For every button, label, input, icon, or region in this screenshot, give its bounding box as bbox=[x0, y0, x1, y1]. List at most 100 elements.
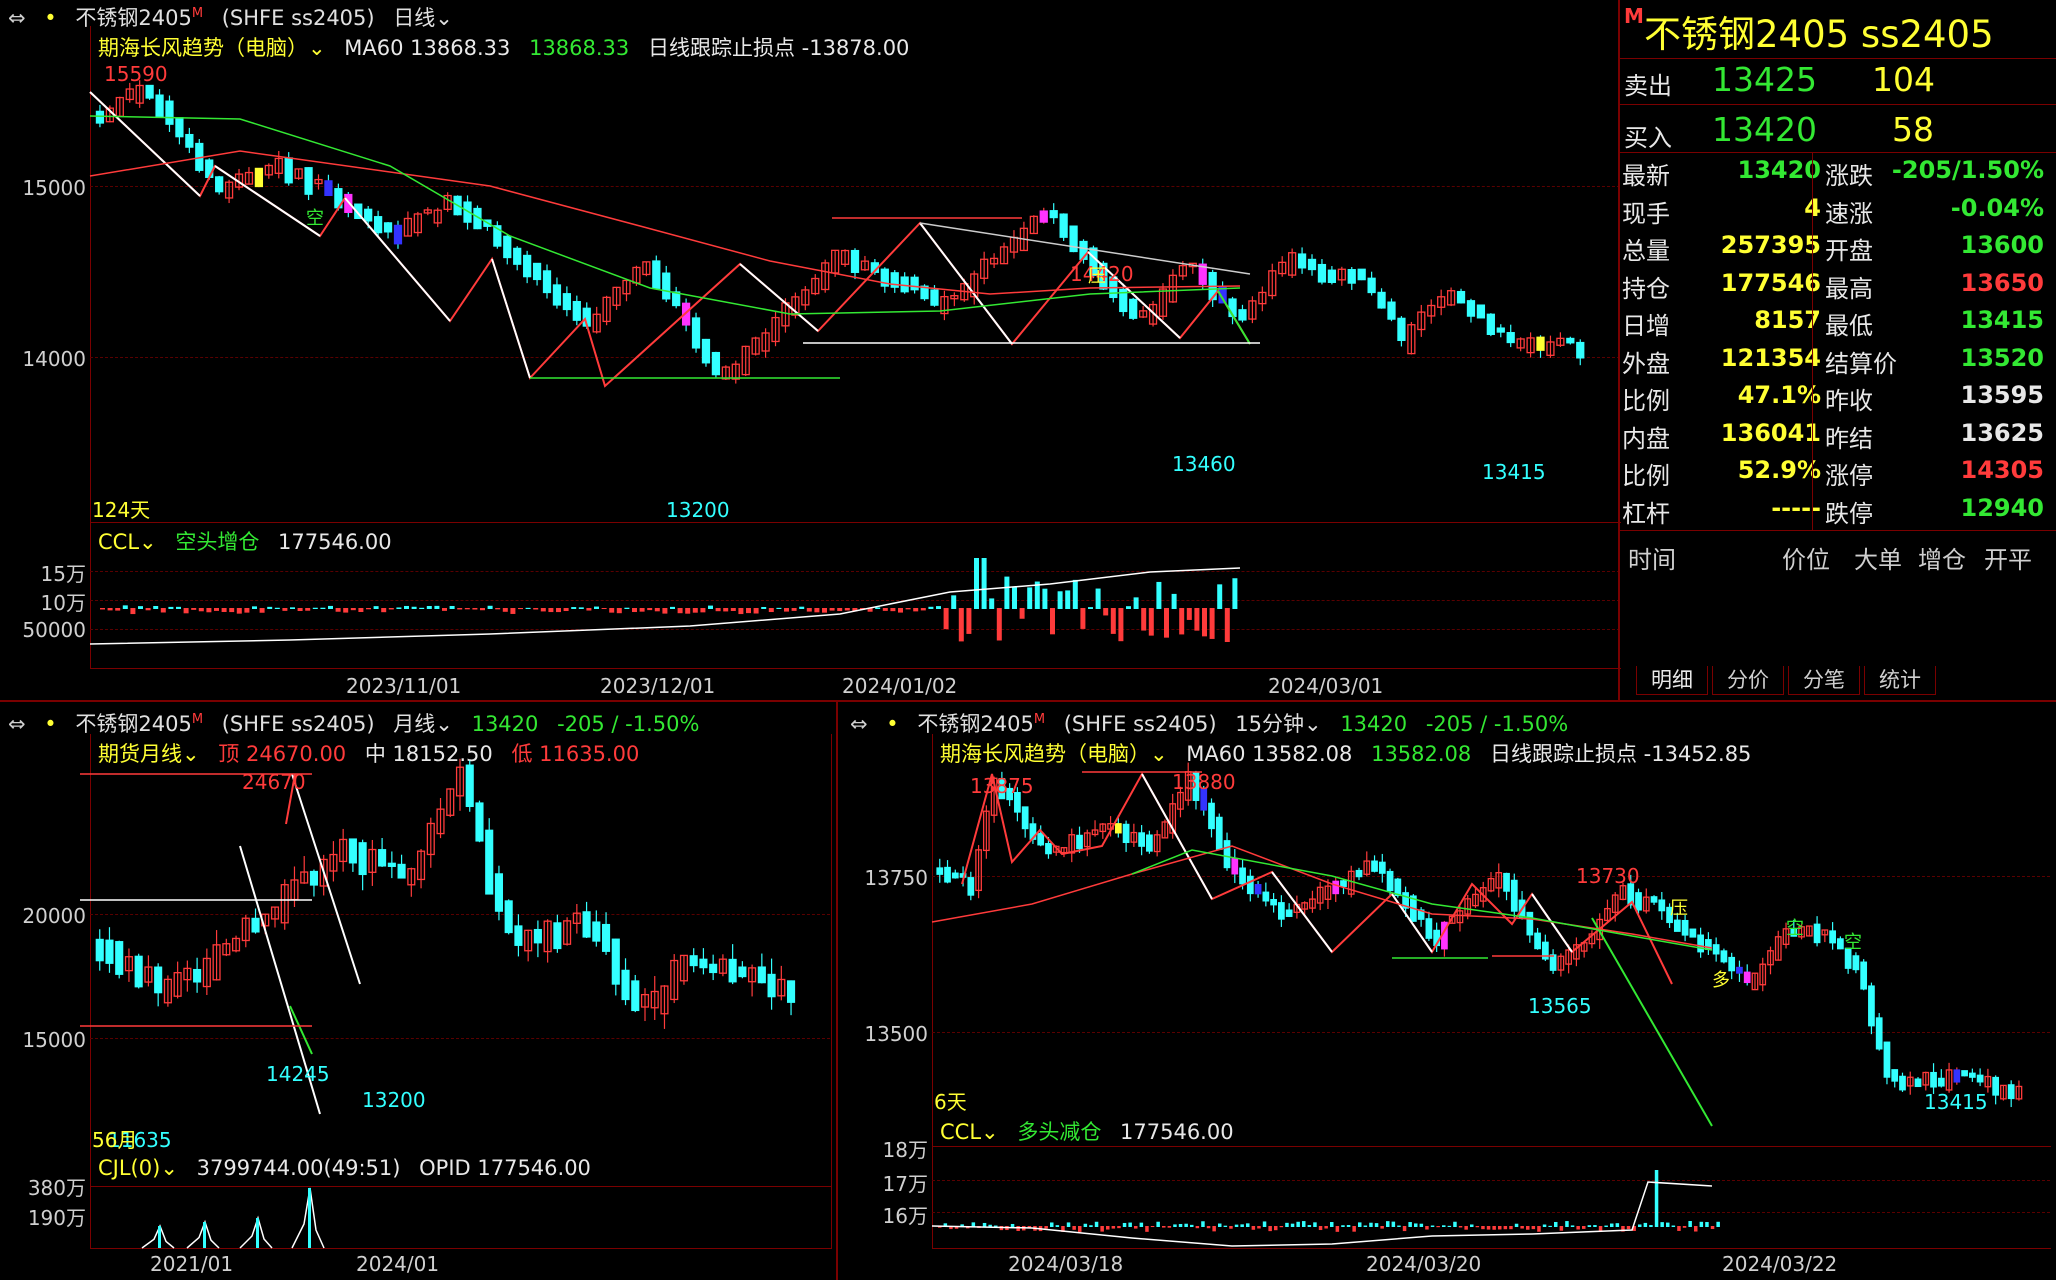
position-bar bbox=[1141, 608, 1147, 631]
link-icon[interactable]: ⇔ bbox=[8, 6, 26, 30]
candle-body bbox=[1397, 317, 1406, 342]
candle-body bbox=[936, 867, 944, 875]
link-icon[interactable]: ⇔ bbox=[8, 712, 26, 736]
zigzag-down bbox=[214, 165, 321, 237]
candle-body bbox=[631, 980, 640, 1012]
position-bar bbox=[1705, 1222, 1709, 1227]
position-bar bbox=[1178, 1223, 1183, 1227]
tab-price[interactable]: 分价 bbox=[1712, 666, 1784, 695]
position-bar bbox=[1386, 1221, 1390, 1227]
candle-body bbox=[1122, 823, 1130, 844]
quote-row: 杠杆 ----- 跌停 12940 bbox=[1622, 494, 2056, 531]
position-bar bbox=[1134, 1226, 1138, 1229]
quote-label: 比例 bbox=[1622, 462, 1670, 490]
position-bar bbox=[1195, 1226, 1200, 1229]
candle-body bbox=[504, 900, 513, 934]
position-bar bbox=[1458, 1226, 1463, 1228]
position-bar bbox=[571, 607, 577, 609]
period-selector[interactable]: 月线⌄ bbox=[393, 712, 453, 736]
position-bar bbox=[1414, 1223, 1418, 1227]
position-bar bbox=[1442, 1225, 1446, 1227]
candle-body bbox=[1285, 909, 1293, 917]
position-bar bbox=[191, 608, 197, 610]
candle-body bbox=[1059, 213, 1068, 238]
position-bar bbox=[1072, 579, 1078, 609]
buy-price[interactable]: 13420 bbox=[1712, 110, 1817, 149]
candle-body bbox=[1138, 832, 1145, 847]
candle-body bbox=[397, 863, 406, 879]
sub-tick: 17万 bbox=[882, 1172, 928, 1196]
position-bar bbox=[1430, 1225, 1435, 1227]
period-selector[interactable]: 15分钟⌄ bbox=[1235, 712, 1321, 736]
link-icon[interactable]: ⇔ bbox=[850, 712, 868, 736]
monthly-chart-panel[interactable]: ⇔ • 不锈钢2405M (SHFE ss2405) 月线⌄ 13420 -20… bbox=[0, 702, 836, 1280]
daily-candles bbox=[89, 80, 1585, 388]
candle-body bbox=[304, 167, 313, 195]
position-bar bbox=[1576, 1226, 1580, 1230]
position-bar bbox=[244, 608, 250, 613]
sub-indicator-name[interactable]: CCL⌄ bbox=[940, 1120, 999, 1144]
quote-value: 13595 bbox=[1960, 381, 2045, 409]
sub-tick: 380万 bbox=[27, 1176, 86, 1200]
mid-annotation: 14245 bbox=[266, 1062, 330, 1086]
candle-body bbox=[523, 254, 532, 278]
position-bar bbox=[449, 605, 455, 609]
candle-body bbox=[383, 222, 393, 233]
candle-body bbox=[95, 110, 105, 124]
candle-body bbox=[691, 317, 701, 349]
tab-detail[interactable]: 明细 bbox=[1636, 666, 1708, 695]
candle-body bbox=[134, 955, 143, 988]
candle-body bbox=[1496, 327, 1505, 333]
position-bar bbox=[966, 608, 972, 634]
position-bar bbox=[548, 608, 554, 613]
position-bar bbox=[1111, 1226, 1116, 1229]
candle-body bbox=[1883, 1041, 1891, 1078]
position-bar bbox=[145, 608, 151, 611]
sub-tick: 18万 bbox=[882, 1138, 928, 1162]
position-bar bbox=[882, 608, 888, 611]
candle-body bbox=[1875, 1017, 1883, 1050]
position-bar bbox=[958, 608, 964, 642]
quote-label: 杠杆 bbox=[1622, 499, 1670, 528]
position-bar bbox=[1666, 1222, 1670, 1227]
daily-chart-panel[interactable]: ⇔ • 不锈钢2405M (SHFE ss2405) 日线⌄ 期海长风趋势（电脑… bbox=[0, 0, 1622, 700]
symbol-code: (SHFE ss2405) bbox=[221, 712, 375, 736]
position-bar bbox=[1118, 608, 1124, 642]
position-bar bbox=[1330, 1222, 1334, 1227]
detail-header-add: 增仓 bbox=[1918, 546, 1966, 574]
candle-body bbox=[1891, 1069, 1899, 1082]
candle-body bbox=[1476, 304, 1486, 319]
position-bar bbox=[1509, 1226, 1513, 1230]
position-bar bbox=[464, 608, 470, 610]
tab-stats[interactable]: 统计 bbox=[1864, 666, 1936, 695]
position-bar bbox=[586, 608, 592, 611]
position-bar bbox=[1279, 1226, 1284, 1228]
position-bar bbox=[1498, 1226, 1502, 1230]
candle-body bbox=[1689, 928, 1697, 938]
position-bar bbox=[609, 608, 615, 613]
position-bar bbox=[130, 608, 136, 615]
position-bar bbox=[1352, 1226, 1356, 1232]
last-annotation: 13415 bbox=[1482, 460, 1546, 484]
sell-volume: 104 bbox=[1872, 60, 1935, 99]
position-bar bbox=[1179, 608, 1185, 635]
position-bar bbox=[502, 608, 508, 612]
position-bar bbox=[107, 608, 113, 611]
candle-body bbox=[1968, 1072, 1976, 1078]
min15-chart-panel[interactable]: ⇔ • 不锈钢2405M (SHFE ss2405) 15分钟⌄ 13420 -… bbox=[838, 702, 2056, 1280]
position-bar bbox=[738, 608, 744, 615]
candle-body bbox=[393, 224, 403, 245]
candle-body bbox=[553, 922, 562, 950]
candle-body bbox=[1486, 313, 1495, 335]
position-bar bbox=[1100, 1226, 1104, 1232]
candle-body bbox=[1961, 1070, 1968, 1077]
h2-annotation: 13880 bbox=[1172, 770, 1236, 794]
position-bar bbox=[1436, 1226, 1440, 1228]
tab-tick[interactable]: 分笔 bbox=[1788, 666, 1860, 695]
position-bar bbox=[1391, 1221, 1396, 1227]
position-bar bbox=[1447, 1225, 1452, 1227]
sell-price[interactable]: 13425 bbox=[1712, 60, 1817, 99]
position-bar bbox=[974, 558, 979, 609]
sub-indicator-name[interactable]: CJL(0)⌄ bbox=[98, 1156, 178, 1180]
position-bar bbox=[518, 608, 523, 610]
